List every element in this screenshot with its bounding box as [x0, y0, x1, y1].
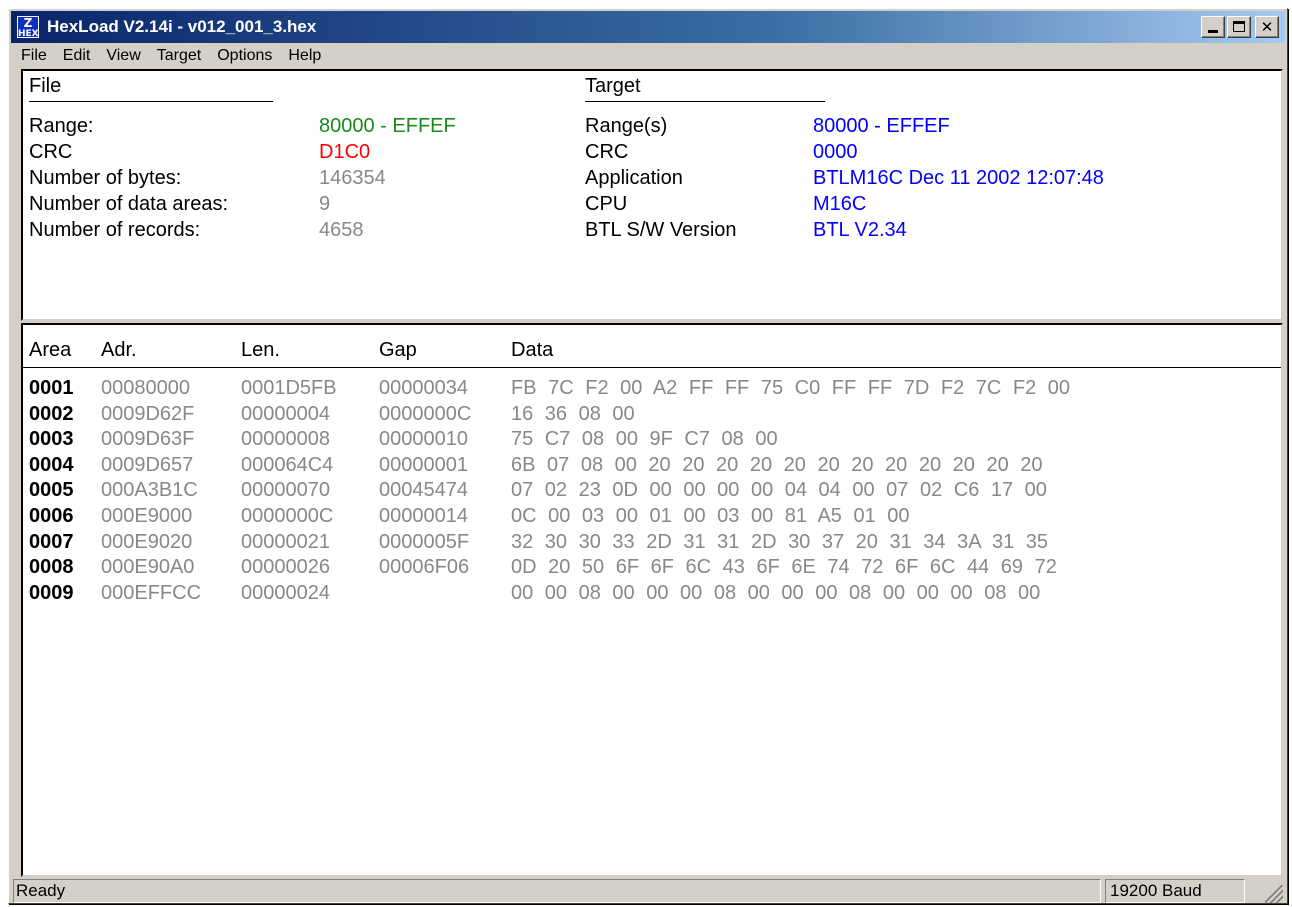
file-areas-value: 9	[319, 193, 331, 215]
close-button[interactable]: ✕	[1255, 16, 1279, 38]
len-cell: 0001D5FB	[241, 377, 337, 399]
header-divider	[23, 367, 1281, 368]
status-text: Ready	[13, 879, 1101, 903]
data-cell: 00 00 08 00 00 00 08 00 00 00 08 00 00 0…	[511, 581, 1041, 604]
adr-cell: 00080000	[101, 377, 190, 399]
menu-bar: File Edit View Target Options Help	[13, 45, 329, 67]
window-title: HexLoad V2.14i - v012_001_3.hex	[47, 17, 317, 36]
len-cell: 00000004	[241, 402, 330, 425]
file-bytes-label: Number of bytes:	[29, 167, 182, 189]
target-crc-label: CRC	[585, 141, 629, 163]
target-range-label: Range(s)	[585, 115, 668, 137]
app-icon-z: Z	[23, 16, 33, 30]
target-heading: Target	[585, 75, 641, 97]
file-range-value: 80000 - EFFEF	[319, 115, 456, 137]
target-btl-version-label: BTL S/W Version	[585, 219, 737, 241]
file-crc-value: D1C0	[319, 141, 371, 163]
file-records-label: Number of records:	[29, 219, 201, 241]
menu-file[interactable]: File	[13, 45, 55, 67]
column-header-len[interactable]: Len.	[241, 339, 280, 362]
area-cell: 0004	[29, 453, 74, 476]
len-cell: 00000008	[241, 428, 330, 451]
data-cell: 75 C7 08 00 9F C7 08 00	[511, 428, 778, 451]
close-icon: ✕	[1260, 18, 1274, 36]
file-heading: File	[29, 75, 62, 97]
column-header-data[interactable]: Data	[511, 339, 553, 362]
data-cell: 6B 07 08 00 20 20 20 20 20 20 20 20 20 2…	[511, 453, 1043, 476]
len-cell: 00000026	[241, 556, 330, 579]
area-cell: 0009	[29, 581, 74, 604]
data-cell: 0C 00 03 00 01 00 03 00 81 A5 01 00	[511, 504, 910, 527]
len-cell: 00000024	[241, 581, 330, 604]
hexload-app-icon[interactable]: Z HEX	[17, 16, 39, 39]
area-cell: 0001	[29, 377, 74, 399]
gap-cell: 00006F06	[379, 556, 470, 579]
app-icon-hex: HEX	[18, 29, 39, 39]
gap-cell: 00045474	[379, 479, 468, 502]
target-range-value: 80000 - EFFEF	[813, 115, 950, 137]
adr-cell: 0009D63F	[101, 428, 195, 451]
target-heading-underline	[585, 101, 825, 102]
title-bar[interactable]: Z HEX HexLoad V2.14i - v012_001_3.hex ✕	[11, 11, 1285, 43]
area-cell: 0005	[29, 479, 74, 502]
target-cpu-label: CPU	[585, 193, 628, 215]
column-header-gap[interactable]: Gap	[379, 339, 417, 362]
adr-cell: 000E90A0	[101, 556, 195, 579]
main-window: Z HEX HexLoad V2.14i - v012_001_3.hex ✕ …	[8, 8, 1288, 904]
file-areas-label: Number of data areas:	[29, 193, 228, 215]
data-cell: 07 02 23 0D 00 00 00 00 04 04 00 07 02 C…	[511, 479, 1047, 502]
target-cpu-value: M16C	[813, 193, 867, 215]
target-crc-value: 0000	[813, 141, 858, 163]
data-cell: 16 36 08 00	[511, 402, 635, 425]
adr-cell: 000E9000	[101, 504, 193, 527]
data-cell: 32 30 30 33 2D 31 31 2D 30 37 20 31 34 3…	[511, 530, 1049, 553]
area-cell: 0002	[29, 402, 74, 425]
baud-rate-indicator: 19200 Baud	[1105, 879, 1245, 903]
adr-cell: 0009D62F	[101, 402, 195, 425]
maximize-button[interactable]	[1227, 16, 1251, 38]
len-cell: 000064C4	[241, 453, 334, 476]
file-crc-label: CRC	[29, 141, 73, 163]
column-header-adr[interactable]: Adr.	[101, 339, 137, 362]
data-cell: 0D 20 50 6F 6F 6C 43 6F 6E 74 72 6F 6C 4…	[511, 556, 1057, 579]
file-bytes-value: 146354	[319, 167, 386, 189]
len-cell: 00000070	[241, 479, 330, 502]
maximize-icon	[1233, 21, 1245, 32]
menu-edit[interactable]: Edit	[55, 45, 99, 67]
info-panel: File Range: CRC Number of bytes: Number …	[21, 69, 1283, 321]
gap-cell: 00000010	[379, 428, 468, 451]
resize-grip-icon[interactable]	[1265, 885, 1283, 903]
status-bar: Ready 19200 Baud	[13, 879, 1283, 903]
menu-view[interactable]: View	[98, 45, 148, 67]
target-application-value: BTLM16C Dec 11 2002 12:07:48	[813, 167, 1104, 189]
file-heading-underline	[29, 101, 273, 102]
minimize-button[interactable]	[1201, 16, 1225, 38]
file-records-value: 4658	[319, 219, 364, 241]
gap-cell: 0000000C	[379, 402, 472, 425]
gap-cell: 0000005F	[379, 530, 470, 553]
area-cell: 0007	[29, 530, 74, 553]
data-areas-panel[interactable]: Area Adr. Len. Gap Data 0001 00080000 00…	[21, 323, 1283, 877]
area-cell: 0003	[29, 428, 74, 451]
minimize-icon	[1208, 30, 1218, 33]
area-cell: 0008	[29, 556, 74, 579]
adr-cell: 000EFFCC	[101, 581, 202, 604]
menu-help[interactable]: Help	[280, 45, 329, 67]
gap-cell: 00000014	[379, 504, 468, 527]
adr-cell: 000A3B1C	[101, 479, 198, 502]
data-cell: FB 7C F2 00 A2 FF FF 75 C0 FF FF 7D F2 7…	[511, 377, 1071, 399]
menu-target[interactable]: Target	[149, 45, 209, 67]
target-application-label: Application	[585, 167, 683, 189]
menu-options[interactable]: Options	[209, 45, 280, 67]
column-header-area[interactable]: Area	[29, 339, 71, 362]
area-cell: 0006	[29, 504, 74, 527]
file-range-label: Range:	[29, 115, 94, 137]
gap-cell: 00000034	[379, 377, 468, 399]
len-cell: 00000021	[241, 530, 330, 553]
len-cell: 0000000C	[241, 504, 334, 527]
adr-cell: 000E9020	[101, 530, 193, 553]
gap-cell: 00000001	[379, 453, 468, 476]
target-btl-version-value: BTL V2.34	[813, 219, 907, 241]
adr-cell: 0009D657	[101, 453, 194, 476]
